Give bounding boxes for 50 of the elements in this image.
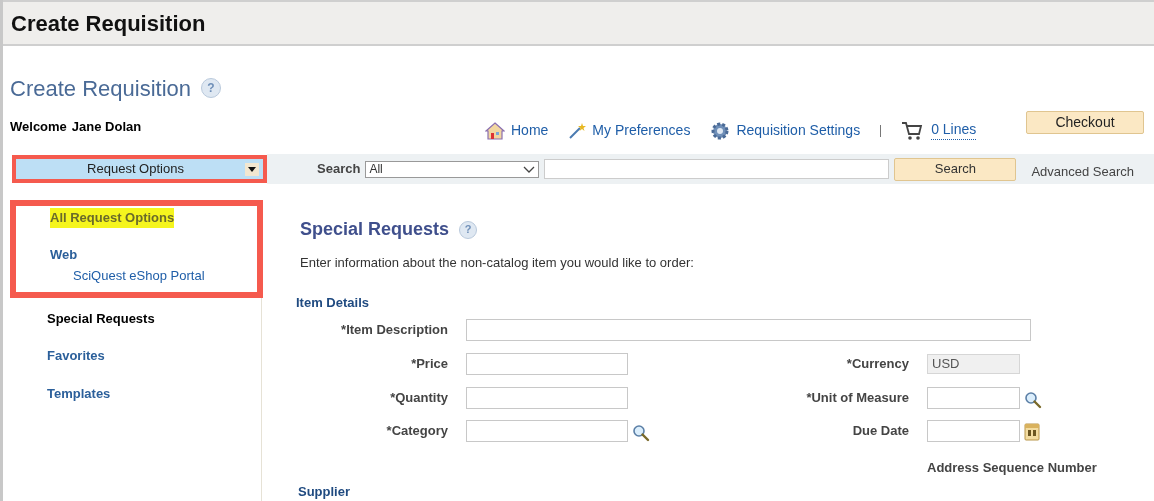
subsection-title: Supplier (298, 482, 351, 501)
nav-link[interactable]: Requisition Settings (736, 120, 861, 141)
sidebar-link[interactable]: Web (50, 244, 78, 264)
sidebar-link[interactable]: All Request Options (50, 208, 175, 228)
field-label: *Price (411, 356, 448, 372)
user-name: Jane Dolan (71, 118, 142, 136)
magic-wand-icon (568, 121, 587, 140)
text-field[interactable] (466, 353, 628, 375)
nav-link[interactable]: Home (511, 120, 549, 141)
date-field[interactable] (927, 420, 1020, 442)
text-field[interactable] (466, 387, 628, 409)
field-label: *Unit of Measure (806, 390, 909, 406)
text-field[interactable] (927, 387, 1020, 409)
advanced-search-link[interactable]: Advanced Search (1031, 162, 1134, 182)
currency-field: USD (927, 354, 1020, 374)
lines-link[interactable]: 0 Lines (931, 121, 977, 140)
intro-text: Enter information about the non-catalog item you would like to order: (300, 254, 695, 272)
house-icon (485, 121, 505, 140)
text-field[interactable] (466, 420, 628, 442)
calendar-icon[interactable] (1024, 421, 1040, 441)
subsection-title: Item Details (296, 293, 370, 312)
field-label: *Category (386, 423, 448, 439)
field-label: Address Sequence Number (927, 459, 1097, 477)
field-label: Due Date (852, 423, 909, 439)
request-options-dropdown[interactable]: Request Options (16, 159, 263, 179)
field-label: *Currency (846, 356, 909, 372)
sidebar-link[interactable]: Templates (47, 383, 111, 403)
field-label: *Item Description (341, 322, 448, 338)
cart-icon (901, 120, 924, 141)
gear-icon (710, 120, 731, 141)
header-title: Create Requisition (11, 9, 206, 38)
welcome-label: Welcome (10, 118, 67, 136)
caret-icon (245, 162, 259, 176)
field-label: *Quantity (390, 390, 448, 406)
scope-select[interactable]: All (365, 160, 540, 178)
sidebar-link[interactable]: Special Requests (47, 308, 155, 328)
section-title: Special Requests (300, 218, 450, 241)
nav-link[interactable]: My Preferences (592, 120, 691, 141)
dropdown-label: Request Options (86, 160, 185, 179)
chevron-icon (523, 165, 536, 173)
search-button[interactable]: Search (894, 157, 1017, 181)
magnifier-icon[interactable] (1024, 391, 1042, 409)
sidebar-link[interactable]: SciQuest eShop Portal (73, 266, 205, 286)
magnifier-icon[interactable] (632, 424, 650, 442)
checkout-button[interactable]: Checkout (1026, 111, 1144, 134)
search-field[interactable] (544, 159, 890, 179)
sidebar-link[interactable]: Favorites (47, 346, 105, 366)
text-field[interactable] (466, 319, 1031, 341)
page-title: Create Requisition (10, 74, 191, 103)
search-label: Search (317, 160, 361, 179)
